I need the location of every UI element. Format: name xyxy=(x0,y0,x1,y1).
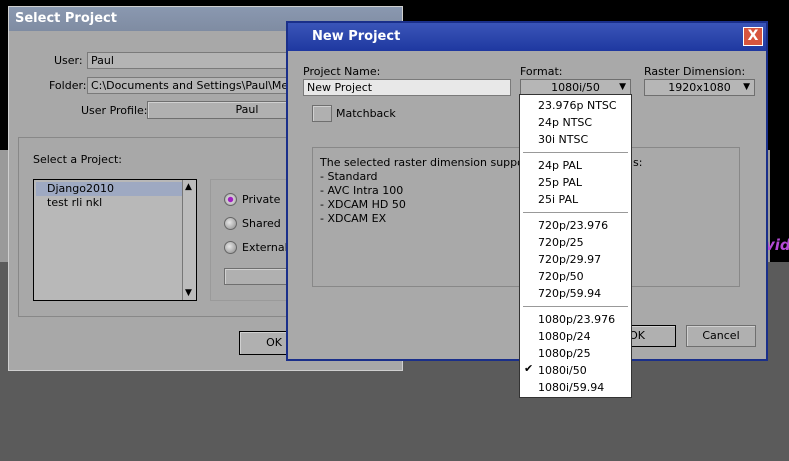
menu-item[interactable]: 24p PAL xyxy=(538,157,582,174)
menu-item[interactable]: 720p/59.94 xyxy=(538,285,601,302)
format-menu: 23.976p NTSC 24p NTSC 30i NTSC 24p PAL 2… xyxy=(519,94,632,398)
list-item[interactable]: Django2010 xyxy=(36,182,191,196)
menu-item[interactable]: 720p/25 xyxy=(538,234,584,251)
external-radio[interactable] xyxy=(224,241,237,254)
brand-text: vid xyxy=(765,236,789,254)
external-label: External xyxy=(242,241,288,254)
user-label: User: xyxy=(54,54,83,67)
menu-item[interactable]: 23.976p NTSC xyxy=(538,97,617,114)
project-list[interactable]: Django2010 test rli nkl ▲ ▼ xyxy=(33,179,197,301)
menu-separator xyxy=(523,152,628,153)
matchback-label: Matchback xyxy=(336,107,396,120)
menu-separator xyxy=(523,306,628,307)
menu-item[interactable]: 720p/50 xyxy=(538,268,584,285)
folder-label: Folder: xyxy=(49,79,87,92)
menu-item[interactable]: 1080p/23.976 xyxy=(538,311,615,328)
scroll-down-icon[interactable]: ▼ xyxy=(185,288,192,298)
menu-item[interactable]: 25i PAL xyxy=(538,191,578,208)
shared-radio[interactable] xyxy=(224,217,237,230)
private-radio[interactable] xyxy=(224,193,237,206)
select-project-label: Select a Project: xyxy=(33,153,123,166)
matchback-checkbox[interactable] xyxy=(312,105,332,122)
project-list-scrollbar[interactable]: ▲ ▼ xyxy=(182,180,196,300)
new-project-title: New Project xyxy=(288,23,766,51)
menu-separator xyxy=(523,212,628,213)
menu-item[interactable]: 1080p/25 xyxy=(538,345,591,362)
menu-item[interactable]: 24p NTSC xyxy=(538,114,592,131)
info-item: - Standard xyxy=(320,170,378,183)
cancel-button[interactable]: Cancel xyxy=(686,325,756,347)
project-name-label: Project Name: xyxy=(303,65,381,78)
checkmark-icon: ✔ xyxy=(524,362,534,375)
format-select-value: 1080i/50 xyxy=(551,81,600,94)
info-suffix: s: xyxy=(633,156,643,169)
menu-item-selected[interactable]: 1080i/50 xyxy=(538,362,587,379)
raster-label: Raster Dimension: xyxy=(644,65,746,78)
project-name-input[interactable]: New Project xyxy=(303,79,511,96)
chevron-down-icon: ▼ xyxy=(619,82,626,92)
menu-item[interactable]: 30i NTSC xyxy=(538,131,588,148)
menu-item[interactable]: 1080p/24 xyxy=(538,328,591,345)
user-profile-label: User Profile: xyxy=(81,104,148,117)
info-item: - AVC Intra 100 xyxy=(320,184,404,197)
shared-label: Shared xyxy=(242,217,281,230)
format-label: Format: xyxy=(520,65,563,78)
chevron-down-icon: ▼ xyxy=(743,82,750,92)
private-label: Private xyxy=(242,193,281,206)
list-item[interactable]: test rli nkl xyxy=(36,196,102,210)
raster-select[interactable]: 1920x1080 ▼ xyxy=(644,79,755,96)
scroll-up-icon[interactable]: ▲ xyxy=(185,182,192,192)
info-item: - XDCAM HD 50 xyxy=(320,198,406,211)
raster-select-value: 1920x1080 xyxy=(668,81,731,94)
menu-item[interactable]: 1080i/59.94 xyxy=(538,379,604,396)
menu-item[interactable]: 720p/23.976 xyxy=(538,217,608,234)
info-item: - XDCAM EX xyxy=(320,212,387,225)
menu-item[interactable]: 25p PAL xyxy=(538,174,582,191)
close-icon[interactable]: X xyxy=(743,27,763,46)
menu-item[interactable]: 720p/29.97 xyxy=(538,251,601,268)
